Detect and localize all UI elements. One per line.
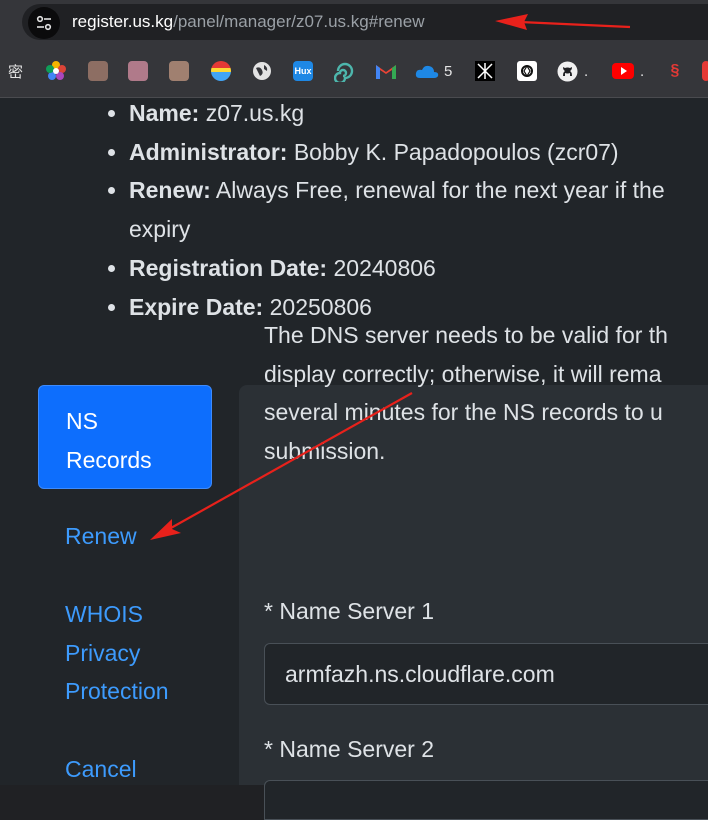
ns2-input[interactable] xyxy=(264,780,708,820)
info-value: 20240806 xyxy=(327,254,436,281)
info-label: Renew: xyxy=(129,177,211,204)
bookmark-avatar-2[interactable] xyxy=(128,60,148,82)
bookmark-github[interactable]: . xyxy=(557,60,588,82)
info-label: Administrator: xyxy=(129,138,288,165)
desc-line: The DNS server needs to be valid for th xyxy=(264,322,668,348)
bookmark-red-logo[interactable]: § xyxy=(665,60,685,82)
globe-icon xyxy=(253,62,271,80)
url-path: /panel/manager/z07.us.kg#renew xyxy=(173,12,425,31)
nav-label: Protection xyxy=(65,678,169,705)
bookmark-globe[interactable] xyxy=(252,60,272,82)
url-host: register.us.kg xyxy=(72,12,174,31)
chrome-ball-icon xyxy=(211,61,231,81)
avatar-icon xyxy=(88,61,108,81)
bookmark-label: 5 xyxy=(444,62,453,80)
avatar-icon xyxy=(128,61,148,81)
bookmark-openai[interactable] xyxy=(517,60,537,82)
bookmark-onedrive[interactable]: 5 xyxy=(415,60,452,82)
nav-renew[interactable]: Renew xyxy=(65,517,215,556)
nav-ns-records[interactable]: NS Records xyxy=(38,385,212,489)
onedrive-icon xyxy=(415,65,439,78)
site-info-icon[interactable] xyxy=(28,7,60,39)
nav-whois-privacy[interactable]: WHOIS Privacy Protection xyxy=(65,595,215,711)
ns1-label: * Name Server 1 xyxy=(264,598,435,624)
bookmark-ball[interactable] xyxy=(211,60,231,82)
github-icon xyxy=(557,61,578,81)
info-value: Bobby K. Papadopoulos (zcr07) xyxy=(287,138,619,165)
nav-label: NS xyxy=(66,408,98,434)
bookmark-avatar-1[interactable] xyxy=(88,60,108,82)
info-label: Registration Date: xyxy=(129,254,328,281)
bookmark-label: 密 xyxy=(8,63,24,81)
address-bar-row: register.us.kg/panel/manager/z07.us.kg#r… xyxy=(0,0,708,45)
bookmark-red-square[interactable] xyxy=(702,60,708,82)
list-item: Renew: Always Free, renewal for the next… xyxy=(129,171,708,248)
info-label: Name: xyxy=(129,100,200,126)
bookmark-avatar-3[interactable] xyxy=(169,60,189,82)
list-item: Administrator: Bobby K. Papadopoulos (zc… xyxy=(129,133,708,172)
info-label: Expire Date: xyxy=(129,293,264,320)
youtube-icon xyxy=(612,63,634,79)
bookmark-spiral[interactable] xyxy=(334,60,356,82)
desc-line: submission. xyxy=(264,438,386,465)
panel-description: The DNS server needs to be valid for th … xyxy=(264,316,708,471)
nav-label: Privacy xyxy=(65,639,141,666)
list-item: Name: z07.us.kg xyxy=(129,98,708,133)
bookmark-gmail[interactable] xyxy=(375,60,397,82)
openai-icon xyxy=(517,61,537,81)
gear-logo-icon xyxy=(475,61,495,81)
bookmark-youtube[interactable]: . xyxy=(612,60,644,82)
red-square-icon xyxy=(702,61,708,81)
bookmark-flower[interactable] xyxy=(45,60,67,82)
red-logo-icon: § xyxy=(670,62,680,79)
info-value-cont: expiry xyxy=(129,216,191,243)
bookmark-label: . xyxy=(584,62,589,80)
bookmark-gear-logo[interactable] xyxy=(475,60,495,82)
info-value: z07.us.kg xyxy=(199,100,305,126)
desc-line: several minutes for the NS records to u xyxy=(264,399,663,426)
flower-icon xyxy=(46,61,66,80)
bookmark-1[interactable]: 密 xyxy=(8,60,23,82)
spiral-icon xyxy=(334,62,354,82)
tune-icon xyxy=(36,15,52,31)
bookmark-label: . xyxy=(640,62,645,80)
hux-icon: Hux xyxy=(293,61,313,81)
info-value: Always Free, renewal for the next year i… xyxy=(210,177,665,204)
nav-label: Records xyxy=(66,446,152,473)
bookmark-hux[interactable]: Hux xyxy=(293,60,313,82)
nav-cancel[interactable]: Cancel xyxy=(65,750,215,785)
ns1-input[interactable]: armfazh.ns.cloudflare.com xyxy=(264,643,708,705)
url-text[interactable]: register.us.kg/panel/manager/z07.us.kg#r… xyxy=(72,12,425,32)
domain-info-list: Name: z07.us.kg Administrator: Bobby K. … xyxy=(80,98,708,326)
avatar-icon xyxy=(169,61,189,81)
gmail-icon xyxy=(376,65,396,79)
ns2-label: * Name Server 2 xyxy=(264,736,435,762)
list-item: Registration Date: 20240806 xyxy=(129,249,708,288)
desc-line: display correctly; otherwise, it will re… xyxy=(264,360,662,387)
nav-label: WHOIS xyxy=(65,601,143,627)
